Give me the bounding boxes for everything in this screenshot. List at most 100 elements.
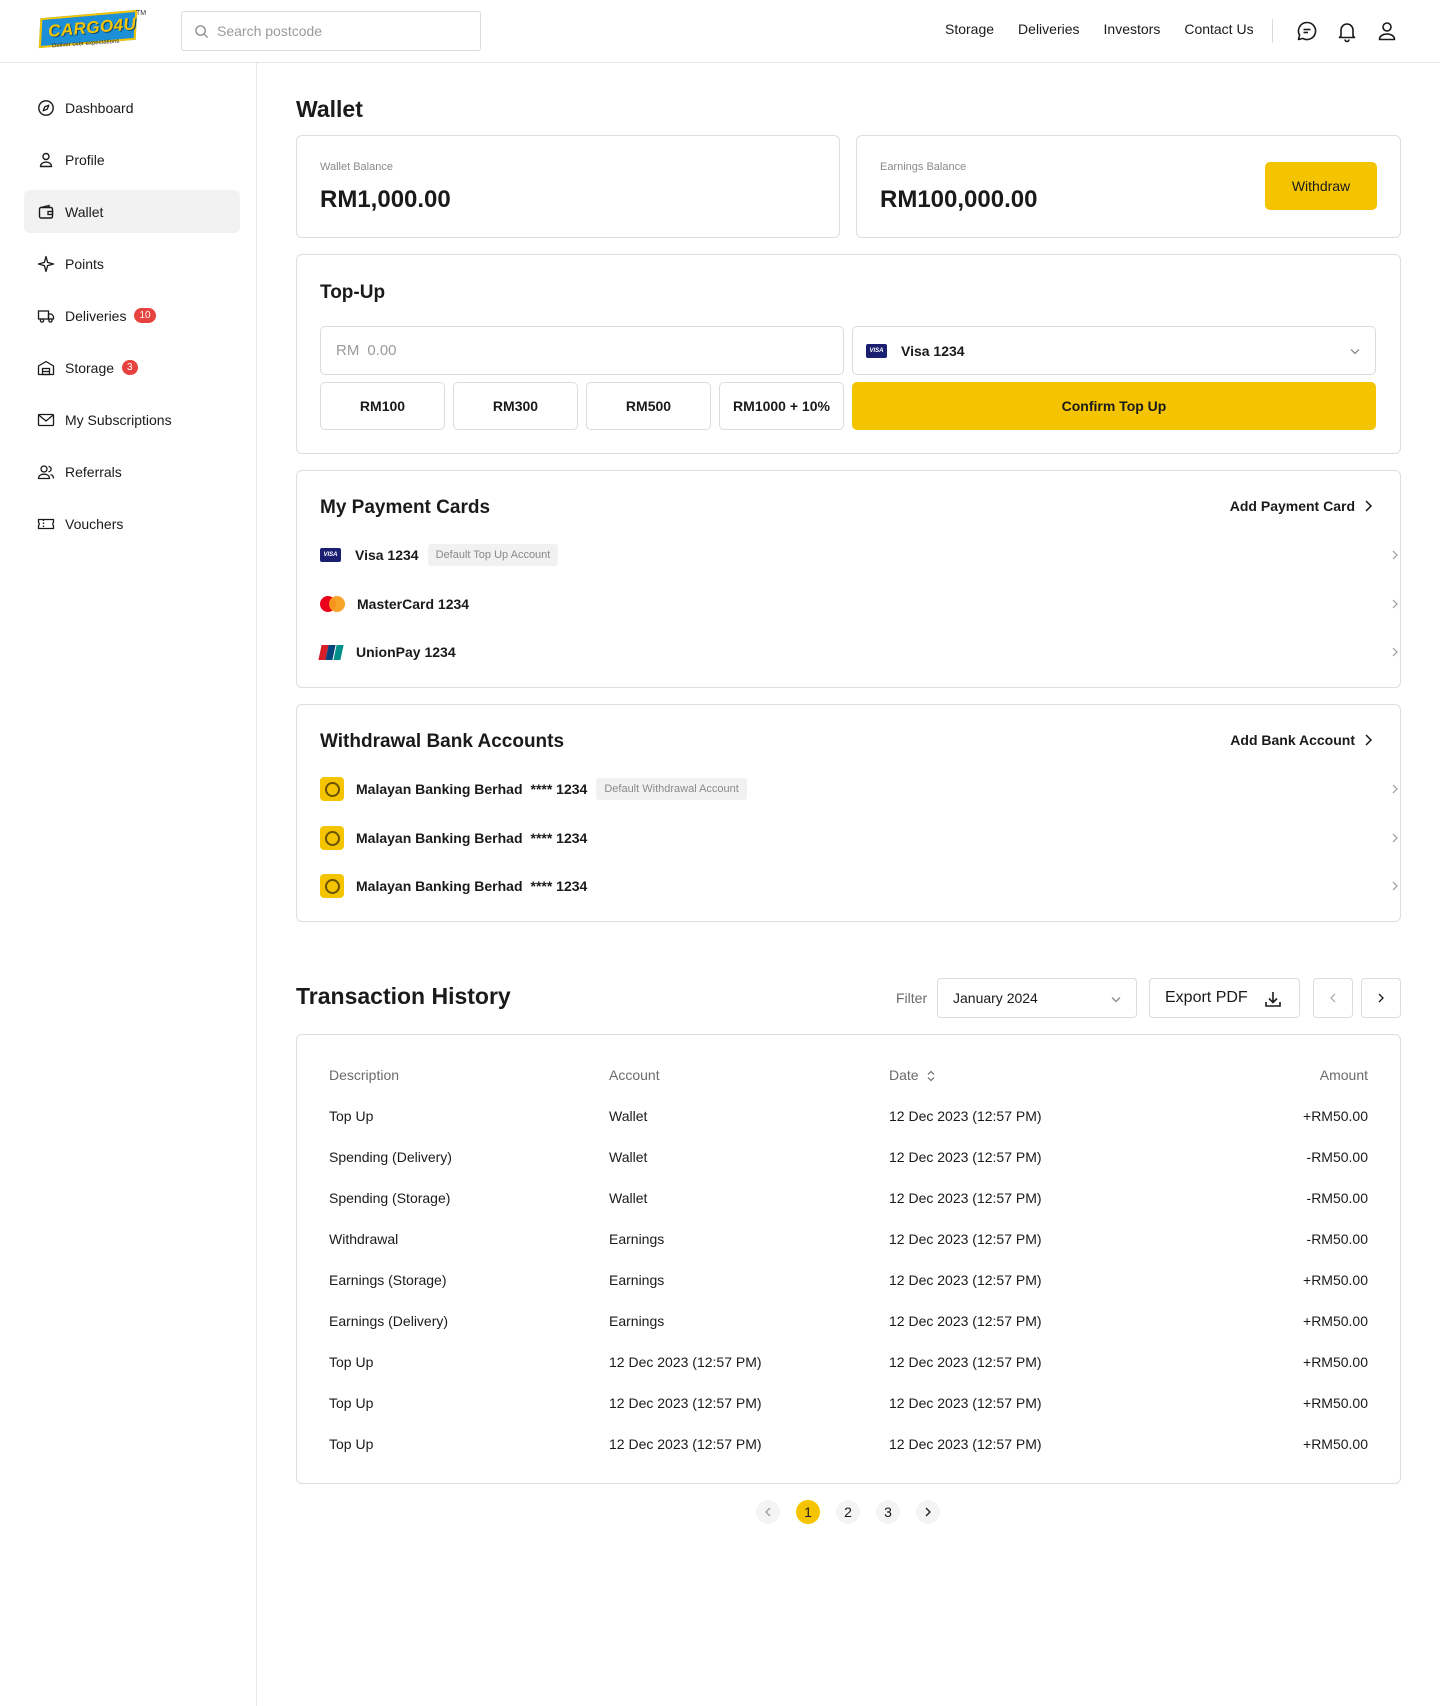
sidebar-item-label: Deliveries	[65, 307, 127, 324]
bank-name: Malayan Banking Berhad	[356, 781, 523, 797]
pagination-prev-button[interactable]	[756, 1500, 780, 1524]
brand-logo[interactable]: CARGO4U TM Deliver over expectations	[38, 8, 148, 54]
payment-card-name: MasterCard 1234	[357, 596, 470, 612]
add-payment-card-link[interactable]: Add Payment Card	[1230, 498, 1373, 514]
earnings-balance-value: RM100,000.00	[880, 186, 1038, 213]
payment-cards-title: My Payment Cards	[320, 497, 491, 518]
cell-date: 12 Dec 2023 (12:57 PM)	[889, 1395, 1042, 1411]
sidebar-item-storage[interactable]: Storage 3	[24, 346, 240, 389]
column-header-description: Description	[329, 1067, 400, 1083]
cell-account: Earnings	[609, 1313, 665, 1329]
cell-account: Earnings	[609, 1272, 665, 1288]
nav-storage[interactable]: Storage	[945, 21, 994, 37]
search-input[interactable]	[217, 23, 457, 39]
payment-card-name: UnionPay 1234	[356, 644, 456, 660]
preset-rm100-button[interactable]: RM100	[320, 382, 445, 430]
payment-card-row[interactable]: VISA Visa 1234 Default Top Up Account	[320, 535, 1400, 575]
pagination-next-button[interactable]	[916, 1500, 940, 1524]
cell-description: Top Up	[329, 1395, 374, 1411]
topup-amount-field[interactable]: RM	[320, 326, 844, 375]
sidebar-item-wallet[interactable]: Wallet	[24, 190, 240, 233]
deliveries-count-badge: 10	[134, 308, 156, 323]
payment-card-select[interactable]: VISA Visa 1234	[852, 326, 1376, 375]
storage-count-badge: 3	[122, 360, 138, 375]
sidebar-item-label: Referrals	[65, 463, 122, 480]
pagination-page-1[interactable]: 1	[796, 1500, 820, 1524]
cell-amount: +RM50.00	[1303, 1354, 1368, 1370]
nav-contact-us[interactable]: Contact Us	[1184, 21, 1253, 37]
bank-account-row[interactable]: Malayan Banking Berhad **** 1234	[320, 818, 1400, 858]
preset-rm1000-button[interactable]: RM1000 + 10%	[719, 382, 844, 430]
account-number: **** 1234	[530, 878, 588, 894]
sidebar-item-profile[interactable]: Profile	[24, 138, 240, 181]
bank-name: Malayan Banking Berhad	[356, 830, 523, 846]
pagination-page-3[interactable]: 3	[876, 1500, 900, 1524]
chat-icon[interactable]	[1295, 19, 1319, 43]
month-filter-select[interactable]: January 2024	[937, 978, 1137, 1018]
visa-icon: VISA	[320, 548, 341, 562]
topup-amount-input[interactable]	[367, 342, 768, 359]
next-month-button[interactable]	[1361, 978, 1401, 1018]
chevron-right-icon	[925, 1507, 931, 1517]
topup-card: Top-Up RM VISA Visa 1234 RM100 RM300 RM5…	[296, 254, 1401, 454]
warehouse-icon	[37, 360, 55, 375]
account-number: **** 1234	[530, 830, 588, 846]
cell-description: Earnings (Delivery)	[329, 1313, 449, 1329]
sidebar-item-label: Vouchers	[65, 515, 124, 532]
cell-date: 12 Dec 2023 (12:57 PM)	[889, 1149, 1042, 1165]
user-icon[interactable]	[1375, 19, 1399, 43]
user-icon	[39, 152, 53, 167]
truck-icon	[37, 309, 55, 323]
sidebar-item-label: Dashboard	[65, 99, 134, 116]
nav-deliveries[interactable]: Deliveries	[1018, 21, 1079, 37]
cell-date: 12 Dec 2023 (12:57 PM)	[889, 1108, 1042, 1124]
cell-amount: +RM50.00	[1303, 1272, 1368, 1288]
sidebar-item-points[interactable]: Points	[24, 242, 240, 285]
chevron-right-icon	[1392, 599, 1398, 609]
earnings-balance-card: Earnings Balance RM100,000.00 Withdraw	[856, 135, 1401, 238]
payment-card-row[interactable]: MasterCard 1234	[320, 584, 1400, 624]
sidebar-item-label: My Subscriptions	[65, 411, 172, 428]
cell-account: 12 Dec 2023 (12:57 PM)	[609, 1436, 762, 1452]
cell-description: Top Up	[329, 1108, 374, 1124]
sidebar-item-label: Wallet	[65, 203, 104, 220]
chevron-right-icon	[1392, 881, 1398, 891]
cell-date: 12 Dec 2023 (12:57 PM)	[889, 1436, 1042, 1452]
bank-name: Malayan Banking Berhad	[356, 878, 523, 894]
add-bank-account-link[interactable]: Add Bank Account	[1230, 732, 1373, 748]
transactions-table: Description Account Date Amount Top Up Wa…	[296, 1034, 1401, 1484]
chevron-down-icon	[1350, 349, 1360, 355]
search-box[interactable]	[181, 11, 481, 51]
pagination-page-2[interactable]: 2	[836, 1500, 860, 1524]
bank-account-row[interactable]: Malayan Banking Berhad **** 1234	[320, 866, 1400, 906]
preset-rm300-button[interactable]: RM300	[453, 382, 578, 430]
sidebar-item-label: Storage	[65, 359, 115, 376]
default-withdrawal-tag: Default Withdrawal Account	[596, 778, 747, 800]
bank-account-row[interactable]: Malayan Banking Berhad **** 1234 Default…	[320, 769, 1400, 809]
payment-card-row[interactable]: UnionPay 1234	[318, 632, 1400, 672]
download-icon	[1265, 992, 1281, 1007]
chevron-left-icon	[765, 1507, 771, 1517]
prev-month-button[interactable]	[1313, 978, 1353, 1018]
column-header-date[interactable]: Date	[889, 1067, 936, 1083]
preset-rm500-button[interactable]: RM500	[586, 382, 711, 430]
nav-divider	[1272, 19, 1273, 43]
sidebar-item-deliveries[interactable]: Deliveries 10	[24, 294, 240, 337]
wallet-balance-card: Wallet Balance RM1,000.00	[296, 135, 840, 238]
bell-icon[interactable]	[1335, 19, 1359, 43]
withdraw-button[interactable]: Withdraw	[1265, 162, 1377, 210]
top-nav: Storage Deliveries Investors Contact Us	[945, 21, 1254, 37]
confirm-topup-button[interactable]: Confirm Top Up	[852, 382, 1376, 430]
nav-investors[interactable]: Investors	[1104, 21, 1161, 37]
cell-description: Spending (Storage)	[329, 1190, 451, 1206]
cell-amount: -RM50.00	[1306, 1149, 1368, 1165]
cell-account: Wallet	[609, 1190, 648, 1206]
sidebar-item-vouchers[interactable]: Vouchers	[24, 502, 240, 545]
sidebar-item-subscriptions[interactable]: My Subscriptions	[24, 398, 240, 441]
sidebar-item-referrals[interactable]: Referrals	[24, 450, 240, 493]
cell-date: 12 Dec 2023 (12:57 PM)	[889, 1313, 1042, 1329]
chevron-right-icon	[1392, 550, 1398, 560]
export-pdf-button[interactable]: Export PDF	[1149, 978, 1300, 1018]
sidebar-item-dashboard[interactable]: Dashboard	[24, 86, 240, 129]
topup-title: Top-Up	[320, 282, 386, 303]
